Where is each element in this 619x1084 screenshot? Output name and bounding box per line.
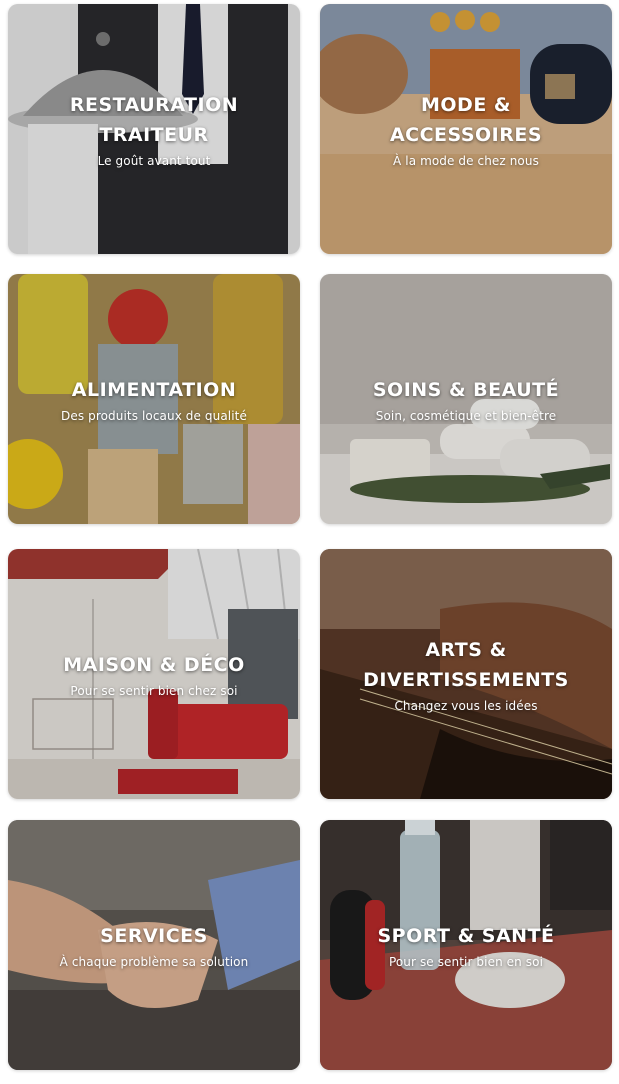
category-card-mode[interactable]: MODE & ACCESSOIRES À la mode de chez nou… xyxy=(320,4,612,254)
category-card-services[interactable]: SERVICES À chaque problème sa solution xyxy=(8,820,300,1070)
category-grid: RESTAURATION TRAITEUR Le goût avant tout… xyxy=(0,0,619,1084)
category-subtitle: À chaque problème sa solution xyxy=(59,955,249,969)
category-subtitle: Soin, cosmétique et bien-être xyxy=(375,409,557,423)
category-subtitle: Pour se sentir bien chez soi xyxy=(70,684,238,698)
category-title: SOINS & BEAUTÉ xyxy=(372,379,560,401)
category-subtitle: Le goût avant tout xyxy=(97,154,211,168)
category-subtitle: Des produits locaux de qualité xyxy=(61,409,247,423)
category-card-soins[interactable]: SOINS & BEAUTÉ Soin, cosmétique et bien-… xyxy=(320,274,612,524)
category-card-restauration[interactable]: RESTAURATION TRAITEUR Le goût avant tout xyxy=(8,4,300,254)
category-subtitle: Pour se sentir bien en soi xyxy=(388,955,544,969)
category-card-arts[interactable]: ARTS & DIVERTISSEMENTS Changez vous les … xyxy=(320,549,612,799)
category-card-maison[interactable]: MAISON & DÉCO Pour se sentir bien chez s… xyxy=(8,549,300,799)
category-title: MAISON & DÉCO xyxy=(63,654,245,676)
category-subtitle: Changez vous les idées xyxy=(394,699,538,713)
category-title: ARTS & DIVERTISSEMENTS xyxy=(363,639,569,691)
category-title: ALIMENTATION xyxy=(71,379,237,401)
category-title: MODE & ACCESSOIRES xyxy=(389,94,543,146)
category-card-alimentation[interactable]: ALIMENTATION Des produits locaux de qual… xyxy=(8,274,300,524)
category-title: SERVICES xyxy=(100,925,208,947)
category-title: RESTAURATION TRAITEUR xyxy=(69,94,239,146)
category-subtitle: À la mode de chez nous xyxy=(393,154,539,168)
category-card-sport[interactable]: SPORT & SANTÉ Pour se sentir bien en soi xyxy=(320,820,612,1070)
category-title: SPORT & SANTÉ xyxy=(377,925,555,947)
